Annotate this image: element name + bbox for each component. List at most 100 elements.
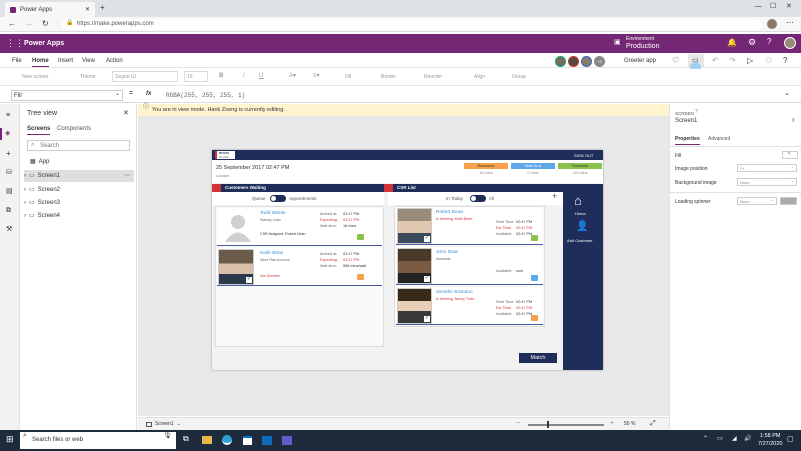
play-icon[interactable]: ▷ <box>747 57 753 65</box>
reorder-button[interactable]: Reorder <box>424 74 442 80</box>
status-chip[interactable] <box>531 275 538 281</box>
background-image-dropdown[interactable]: None ⌄ <box>737 178 797 186</box>
tree-item-app[interactable]: ▦ App <box>30 156 140 168</box>
tree-search-input[interactable]: ⌕ Search <box>27 140 130 151</box>
screen-selector[interactable]: Screen1 ⌄ <box>146 421 181 427</box>
clock-time[interactable]: 1:58 PM <box>760 433 780 439</box>
collaborator-avatar[interactable] <box>581 56 592 67</box>
network-icon[interactable]: ◢ <box>732 436 737 442</box>
status-chip[interactable] <box>531 315 538 321</box>
nav-home-label[interactable]: Home <box>575 211 586 216</box>
zoom-slider[interactable] <box>528 424 604 426</box>
customer-name[interactable]: Keith Brian <box>260 251 283 256</box>
zoom-slider-thumb[interactable] <box>547 421 549 428</box>
data-icon[interactable]: ⛁ <box>6 169 12 176</box>
collaborator-avatar[interactable] <box>555 56 566 67</box>
app-screen[interactable]: RFUSS bruskal SIGN OUT 25 September 2017… <box>212 150 603 370</box>
tab-components[interactable]: Components <box>57 126 91 132</box>
font-size-select[interactable]: 15 <box>184 71 208 82</box>
teams-icon[interactable] <box>282 436 292 445</box>
menu-action[interactable]: Action <box>106 58 123 64</box>
theme-button[interactable]: Theme <box>80 74 96 80</box>
app-name-label[interactable]: Greeter app <box>624 58 656 64</box>
menu-insert[interactable]: Insert <box>58 58 73 64</box>
close-tab-icon[interactable]: ✕ <box>85 7 90 13</box>
app-checker-icon[interactable]: ♡ <box>672 57 679 65</box>
new-tab-icon[interactable]: + <box>100 4 105 12</box>
minimize-icon[interactable]: — <box>755 3 762 10</box>
fx-button[interactable]: fx <box>146 91 151 97</box>
home-icon[interactable]: ⌂ <box>574 194 582 207</box>
volume-icon[interactable]: 🔊 <box>744 436 751 442</box>
align-text-icon[interactable]: ≡▾ <box>313 73 320 79</box>
advanced-tools-icon[interactable]: ⚒ <box>6 226 12 233</box>
insert-icon[interactable]: + <box>6 150 11 158</box>
font-color-icon[interactable]: A▾ <box>289 73 296 79</box>
fill-button[interactable]: Fill <box>345 74 351 80</box>
outlook-icon[interactable] <box>262 436 272 445</box>
task-view-icon[interactable]: ⧉ <box>183 435 189 443</box>
expand-formula-icon[interactable]: ⌄ <box>784 90 790 97</box>
more-options-icon[interactable]: ⋯ <box>124 173 134 179</box>
windows-start-icon[interactable]: ⊞ <box>6 435 14 444</box>
underline-button[interactable]: U <box>259 73 263 79</box>
clock-date[interactable]: 7/27/2020 <box>758 441 782 447</box>
menu-file[interactable]: File <box>12 58 22 64</box>
tab-screens[interactable]: Screens <box>27 126 51 135</box>
add-csr-icon[interactable]: + <box>552 192 557 201</box>
tree-item-screen3[interactable]: › ▭ Screen3 <box>24 197 134 209</box>
customer-card[interactable]: ✓ Keith Brian Save Plan Amount Not Greet… <box>217 248 382 286</box>
tree-item-screen1[interactable]: › ▭ Screen1 ⋯ <box>24 170 134 182</box>
user-avatar[interactable] <box>784 37 796 49</box>
add-customer-icon[interactable]: 👤 <box>576 222 588 232</box>
tree-view-icon[interactable]: ◈ <box>5 130 10 137</box>
loading-spinner-dropdown[interactable]: None ⌄ <box>737 197 777 205</box>
bold-button[interactable]: B <box>219 73 223 79</box>
maximize-icon[interactable]: ☐ <box>770 3 776 10</box>
queue-toggle[interactable] <box>270 195 286 202</box>
customer-name[interactable]: Todd Warde <box>260 211 286 216</box>
browser-profile-avatar[interactable] <box>767 19 777 29</box>
csr-name[interactable]: John Deal <box>436 250 458 255</box>
tree-item-screen4[interactable]: › ▭ Screen4 <box>24 210 134 222</box>
menu-home[interactable]: Home <box>32 58 49 67</box>
help-icon[interactable]: ? <box>767 38 771 46</box>
csr-name[interactable]: Jennifer Brandon <box>436 290 473 295</box>
font-select[interactable]: Segoe UI <box>112 71 178 82</box>
browser-menu-icon[interactable]: ⋯ <box>786 19 794 27</box>
zoom-out-icon[interactable]: − <box>516 420 520 427</box>
property-dropdown[interactable]: Fill ⌄ <box>11 90 123 101</box>
battery-icon[interactable]: ▭ <box>717 436 723 442</box>
csr-toggle[interactable] <box>470 195 486 202</box>
tab-properties[interactable]: Properties <box>675 136 700 145</box>
fit-to-window-icon[interactable]: ⤢ <box>650 420 656 427</box>
border-button[interactable]: Border <box>381 74 396 80</box>
browser-tab[interactable]: Power Apps ✕ <box>5 2 95 17</box>
gear-icon[interactable]: ⚙ <box>748 38 756 47</box>
url-field[interactable]: https://make.powerapps.com <box>62 19 762 30</box>
csr-card[interactable]: ✓ John Deal Available Available: now <box>396 247 543 285</box>
close-window-icon[interactable]: ✕ <box>786 3 792 10</box>
undo-icon[interactable]: ↶ <box>712 57 719 65</box>
waffle-icon[interactable]: ⋮⋮ <box>6 39 24 48</box>
hamburger-icon[interactable]: ≡ <box>6 112 10 119</box>
media-icon[interactable]: ▤ <box>6 188 13 195</box>
forward-icon[interactable]: → <box>25 20 33 28</box>
help-question-icon[interactable]: ? <box>783 57 787 65</box>
sign-out-link[interactable]: SIGN OUT <box>574 153 593 158</box>
collaborator-avatar[interactable] <box>568 56 579 67</box>
match-button[interactable]: Match <box>519 353 557 363</box>
chevron-right-icon[interactable]: › <box>792 116 795 124</box>
csr-card[interactable]: ✓ Jennifer Brandon In Meeting: Nancy Tod… <box>396 287 543 325</box>
tab-advanced[interactable]: Advanced <box>708 136 730 142</box>
microphone-icon[interactable]: 🎙 <box>163 432 172 439</box>
status-chip[interactable] <box>357 274 364 280</box>
menu-view[interactable]: View <box>82 58 95 64</box>
edge-icon[interactable] <box>222 435 232 445</box>
csr-card[interactable]: ✓ Robert Dean In Meeting: Keith Brian St… <box>396 207 543 245</box>
new-screen-button[interactable]: New screen <box>22 74 48 80</box>
file-explorer-icon[interactable] <box>202 436 212 444</box>
taskbar-search-box[interactable]: ⌕ Search files or web 🎙 <box>20 432 176 449</box>
italic-button[interactable]: / <box>243 73 245 79</box>
help-circle-icon[interactable]: ? <box>695 110 698 115</box>
